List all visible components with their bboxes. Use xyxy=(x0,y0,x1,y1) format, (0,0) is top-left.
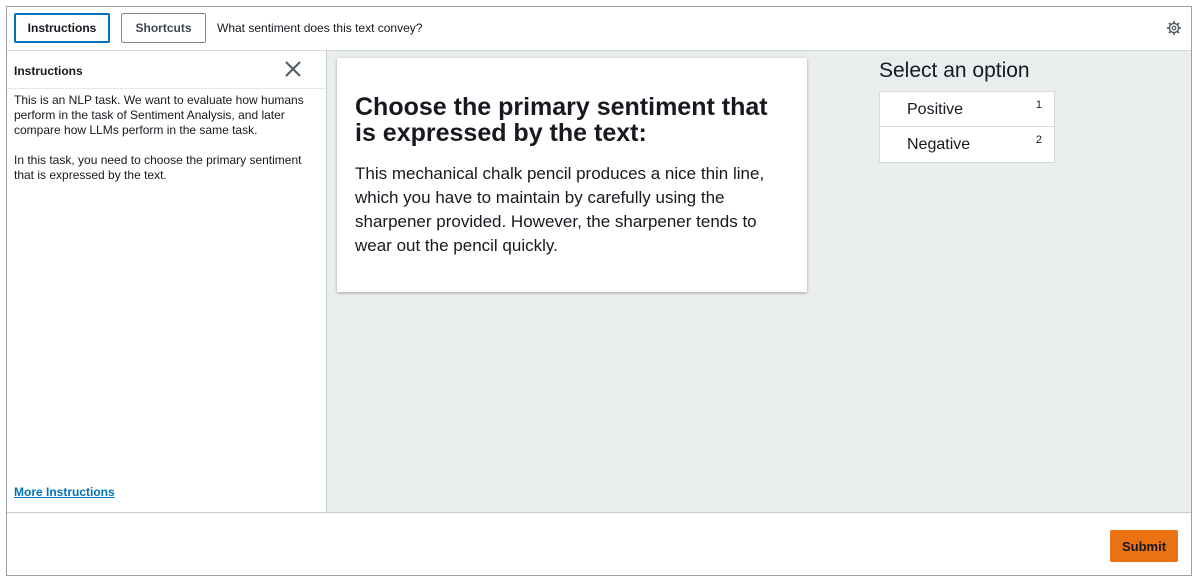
task-frame: Instructions Shortcuts What sentiment do… xyxy=(6,6,1192,576)
instructions-panel-header: Instructions xyxy=(7,51,326,89)
task-area: Choose the primary sentiment that is exp… xyxy=(327,51,1191,512)
option-shortcut-key: 1 xyxy=(1035,99,1042,111)
option-positive[interactable]: Positive 1 xyxy=(879,91,1055,127)
close-icon[interactable] xyxy=(282,58,304,80)
options-title: Select an option xyxy=(879,59,1030,82)
option-label: Positive xyxy=(907,101,964,118)
gear-icon[interactable] xyxy=(1167,21,1181,35)
instructions-panel-title: Instructions xyxy=(14,64,83,78)
instructions-body: This is an NLP task. We want to evaluate… xyxy=(7,89,326,183)
option-negative[interactable]: Negative 2 xyxy=(879,127,1055,163)
task-heading: Choose the primary sentiment that is exp… xyxy=(355,93,768,147)
task-question: What sentiment does this text convey? xyxy=(217,21,423,35)
options-panel: Select an option Positive 1 Negative 2 xyxy=(879,59,1057,163)
task-card: Choose the primary sentiment that is exp… xyxy=(337,58,807,292)
top-bar: Instructions Shortcuts What sentiment do… xyxy=(7,7,1191,51)
instructions-panel: Instructions This is an NLP task. We wan… xyxy=(7,51,327,512)
instructions-paragraph: In this task, you need to choose the pri… xyxy=(14,153,302,182)
option-label: Negative xyxy=(907,136,971,153)
instructions-button[interactable]: Instructions xyxy=(14,13,110,43)
option-shortcut-key: 2 xyxy=(1035,134,1042,146)
more-instructions-link[interactable]: More Instructions xyxy=(14,485,115,499)
instructions-paragraph: This is an NLP task. We want to evaluate… xyxy=(14,93,304,137)
task-text: This mechanical chalk pencil produces a … xyxy=(355,164,765,255)
submit-button[interactable]: Submit xyxy=(1110,530,1178,562)
footer-bar: Submit xyxy=(7,512,1191,575)
shortcuts-button[interactable]: Shortcuts xyxy=(121,13,206,43)
